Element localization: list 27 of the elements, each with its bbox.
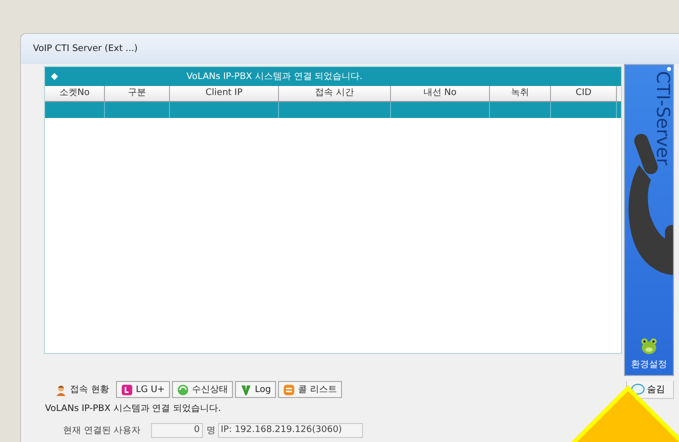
settings-button[interactable]: 환경설정 — [625, 337, 673, 371]
ip-field: IP: 192.168.219.126(3060) — [218, 423, 363, 438]
column-header[interactable]: CID — [551, 86, 617, 101]
column-header[interactable]: 녹취 — [490, 86, 551, 101]
tab[interactable]: 콜 리스트 — [278, 381, 342, 398]
unit-label: 명 — [206, 425, 216, 437]
column-header[interactable]: Client IP — [170, 86, 279, 101]
column-header[interactable]: 구분 — [105, 86, 170, 101]
person-icon — [55, 384, 67, 396]
window-title: VoIP CTI Server (Ext ...) — [33, 44, 138, 54]
column-header[interactable]: 소켓No — [45, 86, 105, 101]
tab[interactable]: LG U+ — [116, 381, 170, 398]
tab[interactable]: Log — [234, 381, 276, 398]
user-count-field: 0 — [150, 423, 203, 438]
column-header[interactable]: 내선 No — [391, 86, 490, 101]
logo-text: CTI-Server — [652, 71, 672, 166]
status-message: VoLANs IP-PBX 시스템과 연결 되었습니다. — [44, 403, 222, 415]
table-row[interactable] — [45, 102, 621, 118]
log-icon — [240, 384, 252, 396]
banner-text: VoLANs IP-PBX 시스템과 연결 되었습니다. — [186, 71, 364, 83]
diamond-icon — [51, 73, 58, 80]
list-icon — [282, 384, 295, 396]
dot-icon — [667, 67, 671, 71]
column-header[interactable]: 접속 시간 — [279, 86, 391, 101]
tab[interactable]: 수신상태 — [172, 381, 233, 398]
users-label: 현재 연결된 사용자 — [63, 425, 141, 437]
frog-icon — [640, 337, 658, 355]
